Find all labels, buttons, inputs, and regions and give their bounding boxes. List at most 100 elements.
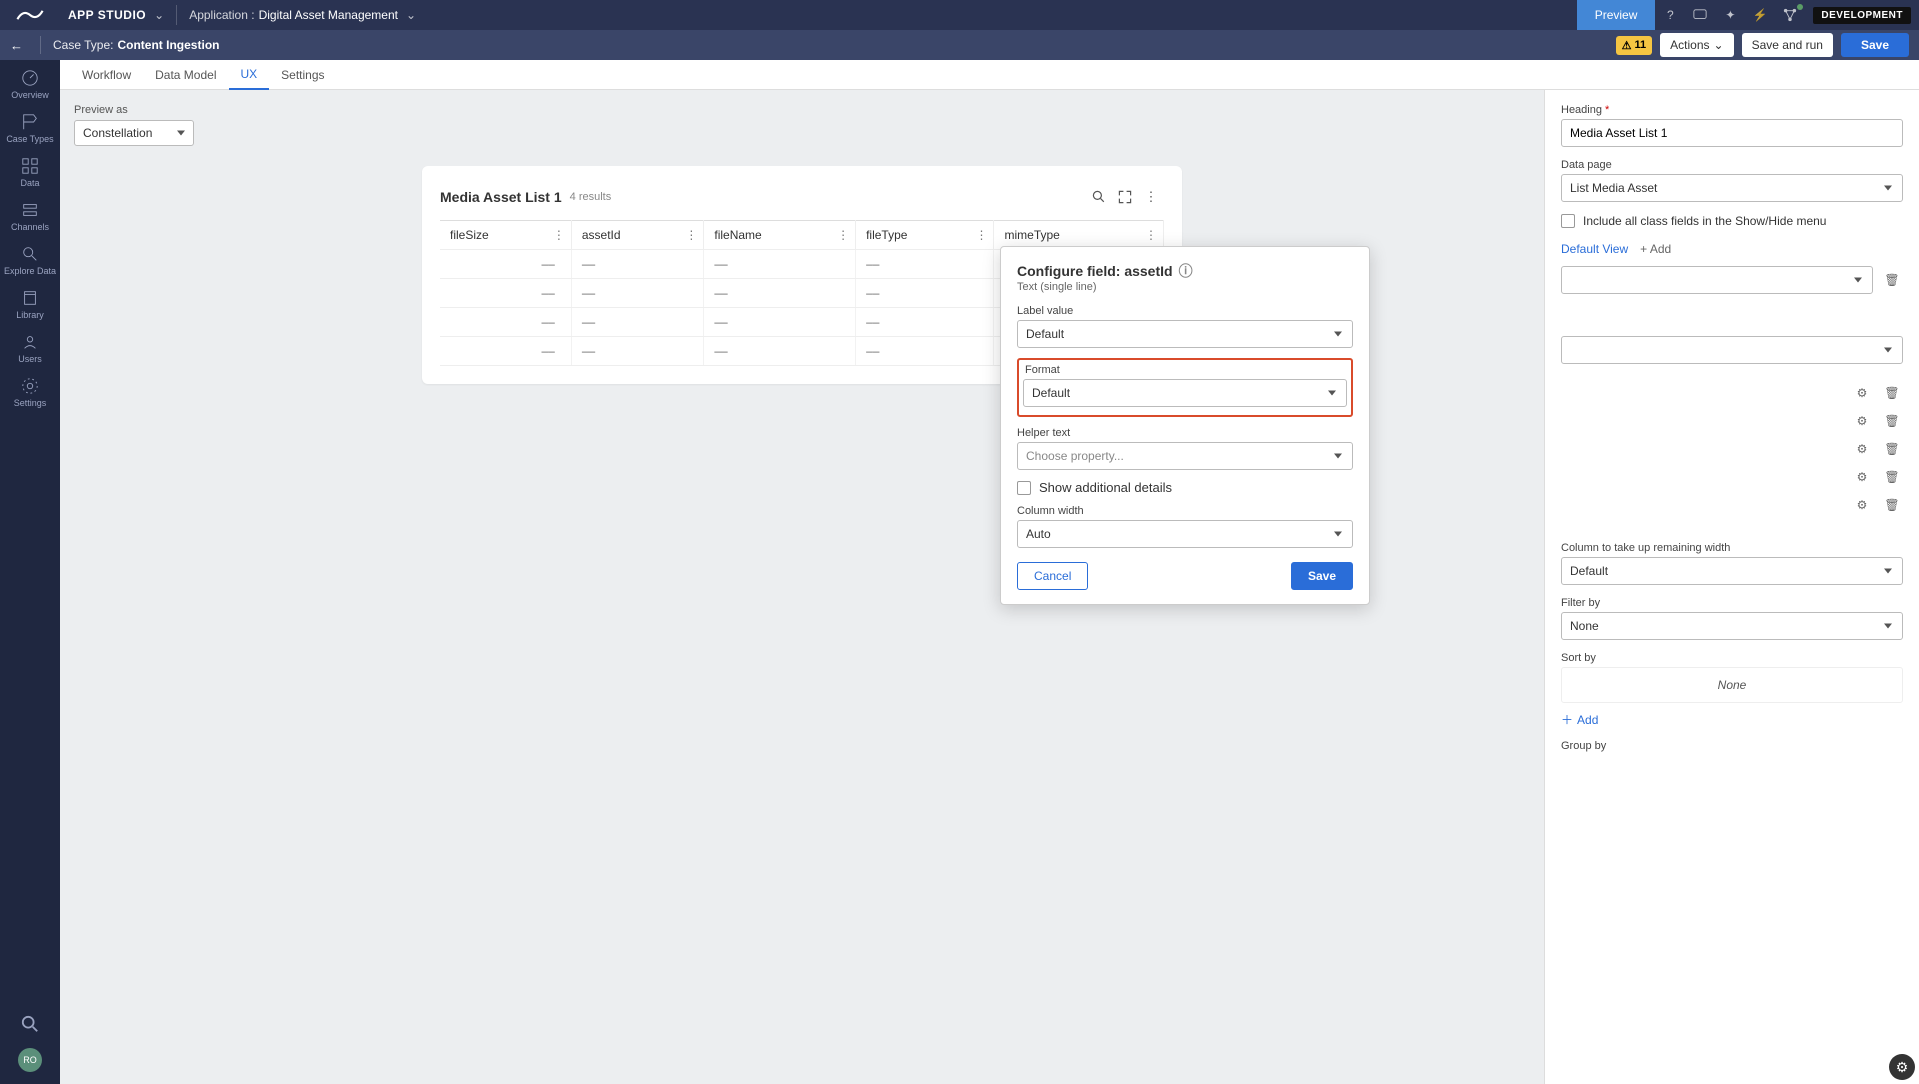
delete-icon[interactable]: 🗑	[1881, 382, 1903, 404]
add-view-link[interactable]: + Add	[1640, 242, 1671, 256]
delete-icon[interactable]: 🗑	[1881, 410, 1903, 432]
heading-input[interactable]	[1561, 119, 1903, 147]
column-header[interactable]: fileName⋮	[704, 221, 856, 250]
preview-as-select[interactable]: Constellation	[74, 120, 194, 146]
tab-settings[interactable]: Settings	[269, 60, 336, 90]
field-row-select[interactable]	[1561, 336, 1903, 364]
add-sort-button[interactable]: ＋ Add	[1561, 711, 1903, 728]
nav-label: Settings	[14, 398, 47, 408]
nav-label: Data	[20, 178, 39, 188]
app-name[interactable]: Digital Asset Management	[255, 8, 406, 22]
pega-logo[interactable]	[0, 0, 60, 30]
column-header[interactable]: fileSize⋮	[440, 221, 571, 250]
gear-icon[interactable]: ⚙	[1851, 466, 1873, 488]
warning-badge[interactable]: ⚠ 11	[1616, 36, 1653, 55]
right-panel: Heading Data page List Media Asset Inclu…	[1544, 90, 1919, 1084]
actions-button[interactable]: Actions ⌄	[1660, 33, 1733, 57]
case-type-prefix: Case Type:	[47, 38, 113, 52]
column-menu-icon[interactable]: ⋮	[553, 228, 565, 242]
label-value-select[interactable]: Default	[1017, 320, 1353, 348]
show-additional-label: Show additional details	[1039, 480, 1172, 495]
delete-icon[interactable]: 🗑	[1881, 494, 1903, 516]
nav-explore-data[interactable]: Explore Data	[0, 236, 60, 280]
table-cell: ––	[440, 308, 571, 337]
column-header[interactable]: assetId⋮	[571, 221, 704, 250]
sort-label: Sort by	[1561, 652, 1903, 664]
column-menu-icon[interactable]: ⋮	[1145, 228, 1157, 242]
column-menu-icon[interactable]: ⋮	[837, 228, 849, 242]
gear-icon[interactable]: ⚙	[1851, 438, 1873, 460]
popover-save-button[interactable]: Save	[1291, 562, 1353, 590]
table-cell: ––	[440, 337, 571, 366]
include-checkbox[interactable]	[1561, 214, 1575, 228]
filter-label: Filter by	[1561, 597, 1903, 609]
delete-icon[interactable]: 🗑	[1881, 269, 1903, 291]
column-menu-icon[interactable]: ⋮	[975, 228, 987, 242]
preview-button[interactable]: Preview	[1577, 0, 1656, 30]
nav-data[interactable]: Data	[0, 148, 60, 192]
gear-icon[interactable]: ⚙	[1851, 382, 1873, 404]
nav-library[interactable]: Library	[0, 280, 60, 324]
chat-icon[interactable]	[1685, 0, 1715, 30]
gear-icon[interactable]: ⚙	[1851, 410, 1873, 432]
helper-select[interactable]: Choose property...	[1017, 442, 1353, 470]
nav-overview[interactable]: Overview	[0, 60, 60, 104]
tab-workflow[interactable]: Workflow	[70, 60, 143, 90]
studio-name[interactable]: APP STUDIO	[60, 8, 154, 22]
column-menu-icon[interactable]: ⋮	[685, 228, 697, 242]
second-bar: ← Case Type: Content Ingestion ⚠ 11 Acti…	[0, 30, 1919, 60]
corner-gear-icon[interactable]: ⚙	[1889, 1054, 1915, 1080]
tab-data-model[interactable]: Data Model	[143, 60, 228, 90]
app-chevron-icon[interactable]: ⌄	[406, 8, 416, 22]
bolt-icon[interactable]: ⚡	[1745, 0, 1775, 30]
user-avatar[interactable]: RO	[18, 1048, 42, 1072]
nav-label: Channels	[11, 222, 49, 232]
delete-icon[interactable]: 🗑	[1881, 466, 1903, 488]
default-view-link[interactable]: Default View	[1561, 242, 1628, 256]
tab-row: Workflow Data Model UX Settings	[60, 60, 1919, 90]
search-data-icon	[20, 244, 40, 264]
gear-icon	[20, 376, 40, 396]
nav-channels[interactable]: Channels	[0, 192, 60, 236]
column-header[interactable]: fileType⋮	[856, 221, 994, 250]
nav-case-types[interactable]: Case Types	[0, 104, 60, 148]
group-label: Group by	[1561, 740, 1903, 752]
table-cell: ––	[856, 308, 994, 337]
heading-label: Heading	[1561, 104, 1903, 116]
save-button[interactable]: Save	[1841, 33, 1909, 57]
colwidth-select[interactable]: Auto	[1017, 520, 1353, 548]
network-icon[interactable]	[1775, 0, 1805, 30]
studio-chevron-icon[interactable]: ⌄	[154, 8, 176, 22]
field-row-select[interactable]	[1561, 266, 1873, 294]
format-label: Format	[1023, 364, 1347, 376]
include-label: Include all class fields in the Show/Hid…	[1583, 214, 1826, 228]
nav-label: Users	[18, 354, 42, 364]
rail-search-icon[interactable]	[21, 1003, 39, 1048]
filter-select[interactable]: None	[1561, 612, 1903, 640]
help-icon[interactable]: ?	[1655, 0, 1685, 30]
back-button[interactable]: ←	[10, 38, 34, 53]
col-remaining-select[interactable]: Default	[1561, 557, 1903, 585]
nav-settings[interactable]: Settings	[0, 368, 60, 412]
more-icon[interactable]: ⋮	[1138, 184, 1164, 210]
popover-subtitle: Text (single line)	[1017, 281, 1353, 293]
table-cell: ––	[440, 279, 571, 308]
gear-icon[interactable]: ⚙	[1851, 494, 1873, 516]
save-run-button[interactable]: Save and run	[1742, 33, 1833, 57]
cancel-button[interactable]: Cancel	[1017, 562, 1088, 590]
tab-ux[interactable]: UX	[229, 60, 270, 90]
expand-icon[interactable]	[1112, 184, 1138, 210]
show-additional-checkbox[interactable]	[1017, 481, 1031, 495]
nav-users[interactable]: Users	[0, 324, 60, 368]
table-cell: ––	[856, 279, 994, 308]
add-label: Add	[1577, 713, 1598, 727]
delete-icon[interactable]: 🗑	[1881, 438, 1903, 460]
col-remaining-label: Column to take up remaining width	[1561, 542, 1903, 554]
table-cell: ––	[856, 337, 994, 366]
sparkle-icon[interactable]: ✦	[1715, 0, 1745, 30]
nav-label: Case Types	[6, 134, 53, 144]
format-select[interactable]: Default	[1023, 379, 1347, 407]
datapage-select[interactable]: List Media Asset	[1561, 174, 1903, 202]
search-icon[interactable]	[1086, 184, 1112, 210]
info-icon[interactable]: ⓘ	[1179, 261, 1193, 281]
